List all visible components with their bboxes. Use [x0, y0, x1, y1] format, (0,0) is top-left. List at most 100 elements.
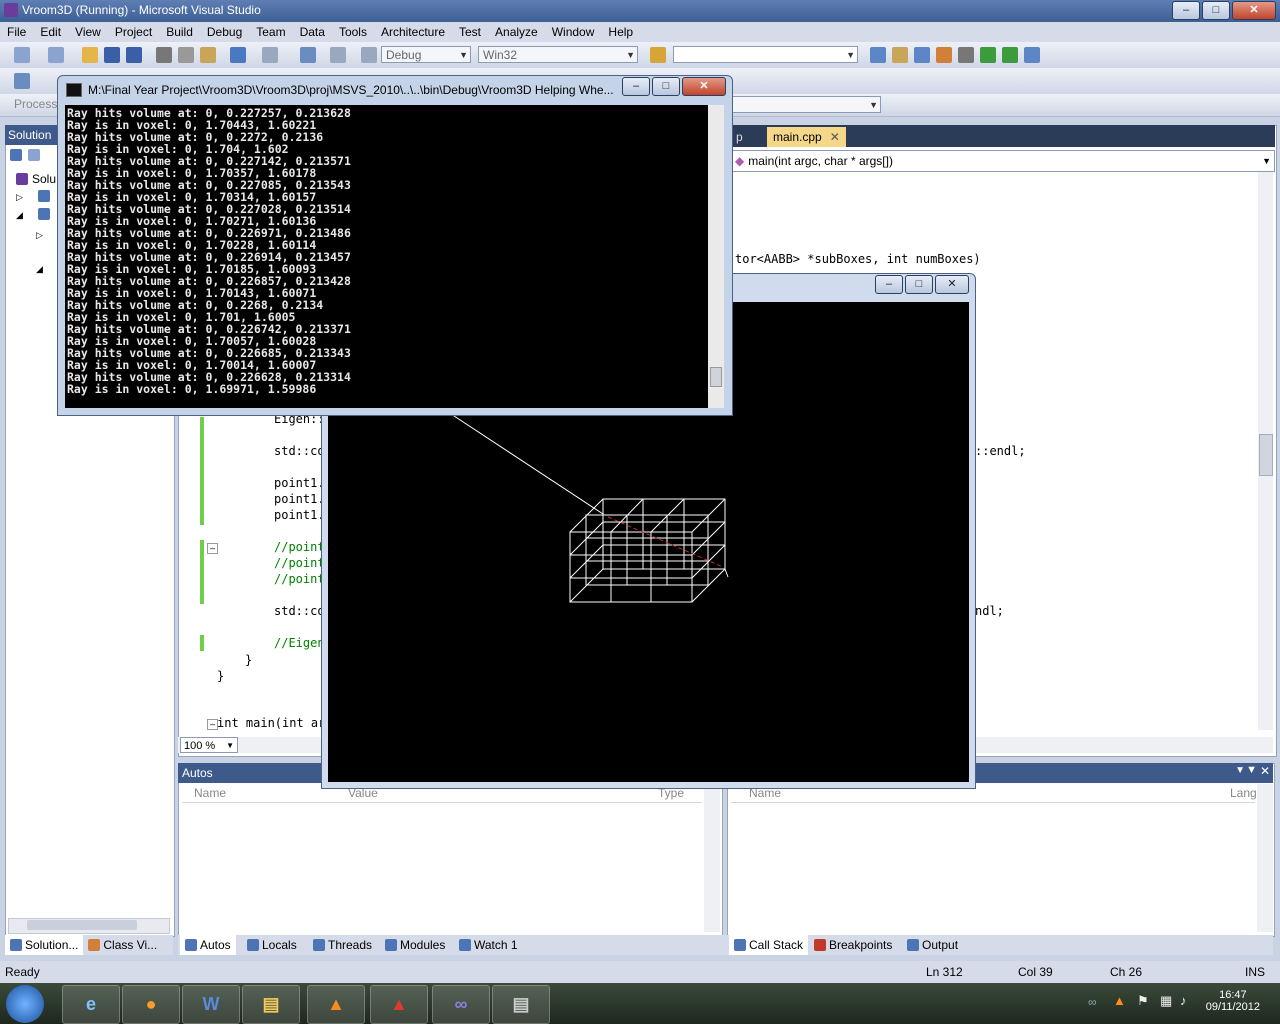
tray-flag-icon[interactable]: ⚑ [1137, 993, 1149, 1009]
solution-config-combo[interactable]: Debug ▼ [381, 46, 471, 63]
tab-call-stack[interactable]: Call Stack [729, 935, 809, 955]
find-combo[interactable]: ▼ [673, 46, 858, 63]
firefox-icon[interactable]: ● [122, 985, 180, 1024]
console-scroll-thumb[interactable] [710, 367, 722, 387]
solution-hscrollbar[interactable] [8, 918, 170, 934]
tab-breakpoints[interactable]: Breakpoints [809, 935, 897, 955]
expand-arrow-icon[interactable]: ▷ [36, 230, 43, 241]
taskbar-clock[interactable]: 16:47 09/11/2012 [1206, 989, 1260, 1013]
menu-window[interactable]: Window [545, 25, 602, 39]
menu-help[interactable]: Help [601, 25, 640, 39]
start-page-icon[interactable] [1002, 47, 1018, 63]
copy-icon[interactable] [178, 47, 194, 63]
call-stack-vscrollbar[interactable] [1257, 784, 1273, 932]
undo-icon[interactable] [230, 47, 246, 63]
project-icon[interactable] [38, 190, 50, 205]
console-output[interactable]: Ray hits volume at: 0, 0.227257, 0.21362… [65, 105, 717, 408]
tools-icon[interactable] [958, 47, 974, 63]
save-all-icon[interactable] [126, 47, 142, 63]
editor-vscrollbar[interactable] [1258, 172, 1273, 730]
stack-frame-combo[interactable]: ▼ [731, 96, 881, 113]
tray-volume-icon[interactable]: ♪ [1180, 993, 1187, 1008]
adobe-reader-icon[interactable]: ▲ [370, 985, 428, 1024]
vscroll-thumb[interactable] [1259, 434, 1273, 476]
tab-output[interactable]: Output [902, 935, 963, 955]
tab-locals[interactable]: Locals [242, 935, 302, 955]
tab-modules[interactable]: Modules [380, 935, 450, 955]
word-icon[interactable]: W [182, 985, 240, 1024]
project-icon[interactable] [38, 208, 50, 223]
extension-manager-icon[interactable] [980, 47, 996, 63]
new-project-icon[interactable] [14, 47, 30, 63]
tab-watch-1[interactable]: Watch 1 [454, 935, 523, 955]
console-window-icon[interactable]: ▤ [492, 985, 550, 1024]
col-name[interactable]: Name [194, 786, 226, 800]
expand-arrow-icon[interactable]: ◢ [36, 264, 43, 275]
menu-analyze[interactable]: Analyze [488, 25, 545, 39]
gl-maximize-button[interactable]: □ [905, 275, 933, 294]
collapse-toggle-icon[interactable]: – [207, 719, 218, 730]
tray-network-icon[interactable]: ∞ [1088, 995, 1097, 1009]
menu-data[interactable]: Data [293, 25, 332, 39]
menu-edit[interactable]: Edit [33, 25, 68, 39]
properties-icon[interactable] [892, 47, 908, 63]
save-icon[interactable] [104, 47, 120, 63]
tray-vlc-icon[interactable]: ▲ [1113, 993, 1126, 1008]
tab-main-cpp[interactable]: main.cpp ✕ [767, 127, 846, 147]
solution-explorer-icon[interactable] [870, 47, 886, 63]
menu-architecture[interactable]: Architecture [374, 25, 452, 39]
tab-solution-explorer[interactable]: Solution... [5, 935, 84, 955]
zoom-combo[interactable]: 100 % ▼ [180, 737, 238, 753]
internet-explorer-icon[interactable]: e [62, 985, 120, 1024]
col-lang[interactable]: Lang [1230, 786, 1257, 800]
explorer-folder-icon[interactable]: ▤ [242, 985, 300, 1024]
tray-signal-icon[interactable]: ▦ [1160, 993, 1172, 1009]
expand-arrow-icon[interactable]: ▷ [16, 192, 23, 203]
maximize-button[interactable]: □ [1202, 1, 1230, 20]
gl-minimize-button[interactable]: – [875, 275, 903, 294]
add-item-icon[interactable] [48, 47, 64, 63]
close-panel-icon[interactable]: ✕ [1260, 764, 1270, 778]
close-tab-icon[interactable]: ✕ [830, 127, 840, 147]
expand-arrow-icon[interactable]: ◢ [16, 210, 23, 221]
minimize-button[interactable]: – [1172, 1, 1200, 20]
navigate-backward-icon[interactable] [300, 47, 316, 63]
console-maximize-button[interactable]: □ [652, 77, 680, 96]
console-minimize-button[interactable]: – [622, 77, 650, 96]
member-nav-combo[interactable]: ◆ main(int argc, char * args[]) ▼ [730, 150, 1275, 172]
properties-icon[interactable] [10, 149, 22, 161]
close-button[interactable]: ✕ [1232, 1, 1276, 20]
open-folder-icon[interactable] [82, 47, 98, 63]
panel-menu-icon[interactable]: ▼ [1235, 765, 1245, 776]
start-button-icon[interactable] [6, 985, 44, 1023]
dropdown-arrow-icon[interactable]: ▼ [1262, 151, 1271, 171]
gl-close-button[interactable]: ✕ [935, 275, 969, 294]
paste-icon[interactable] [200, 47, 216, 63]
tab-class-view[interactable]: Class Vi... [83, 935, 162, 955]
menu-file[interactable]: File [0, 25, 33, 39]
menu-test[interactable]: Test [452, 25, 488, 39]
collapse-toggle-icon[interactable]: – [207, 543, 218, 554]
menu-view[interactable]: View [68, 25, 108, 39]
show-all-files-icon[interactable] [28, 149, 40, 161]
navigate-forward-icon[interactable] [330, 47, 346, 63]
find-in-files-icon[interactable] [650, 47, 666, 63]
console-vscrollbar[interactable] [708, 105, 724, 408]
toolbox-icon[interactable] [936, 47, 952, 63]
console-window[interactable]: M:\Final Year Project\Vroom3D\Vroom3D\pr… [57, 75, 733, 416]
menu-project[interactable]: Project [108, 25, 159, 39]
cut-icon[interactable] [156, 47, 172, 63]
start-debug-icon[interactable] [361, 47, 377, 63]
object-browser-icon[interactable] [914, 47, 930, 63]
command-window-icon[interactable] [1024, 47, 1040, 63]
console-close-button[interactable]: ✕ [682, 77, 726, 96]
autos-vscrollbar[interactable] [704, 784, 720, 932]
tab-threads[interactable]: Threads [308, 935, 377, 955]
menu-team[interactable]: Team [249, 25, 292, 39]
pin-icon[interactable]: ▼ [1246, 764, 1257, 776]
vlc-icon[interactable]: ▲ [307, 985, 365, 1024]
redo-icon[interactable] [262, 47, 278, 63]
visual-studio-icon[interactable]: ∞ [432, 985, 490, 1024]
debug-location-icon[interactable] [14, 73, 30, 89]
solution-root-node[interactable]: Solu [16, 172, 56, 186]
